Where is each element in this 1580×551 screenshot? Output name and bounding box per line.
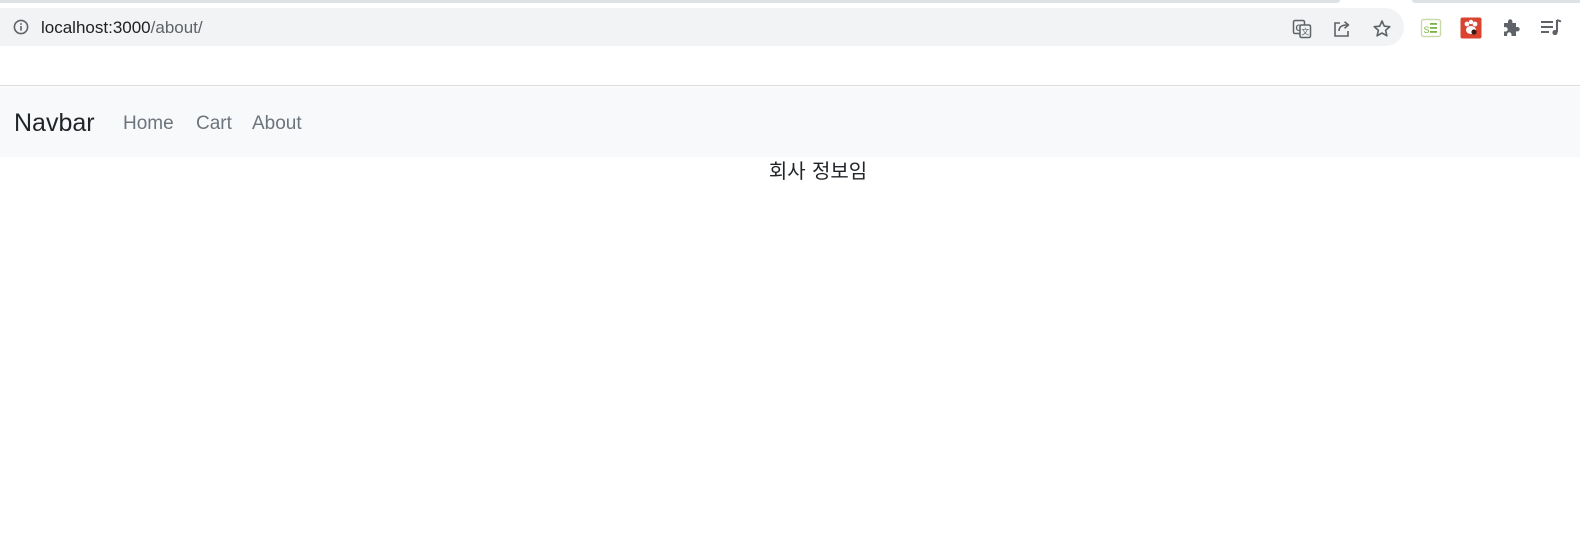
address-bar[interactable]: localhost:3000/about/ G 文 [0, 8, 1404, 46]
tab-strip-line [1412, 0, 1580, 3]
url-path: /about/ [150, 18, 203, 37]
star-icon[interactable] [1372, 19, 1392, 39]
extension-list-icon[interactable]: S [1420, 17, 1442, 39]
svg-text:文: 文 [1301, 27, 1309, 37]
navbar-brand[interactable]: Navbar [14, 108, 95, 138]
svg-text:S: S [1423, 25, 1429, 35]
translate-icon[interactable]: G 文 [1292, 19, 1312, 39]
page-content-text: 회사 정보임 [768, 159, 868, 183]
navbar: Navbar Home Cart About [0, 87, 1580, 157]
tab-strip-line [0, 0, 1340, 3]
reading-list-icon[interactable] [1540, 17, 1562, 39]
nav-link-home[interactable]: Home [123, 112, 174, 136]
nav-link-about[interactable]: About [252, 112, 302, 136]
extension-paw-icon[interactable] [1460, 17, 1482, 39]
nav-link-cart[interactable]: Cart [196, 112, 232, 136]
browser-toolbar: localhost:3000/about/ G 文 S [0, 4, 1580, 86]
share-icon[interactable] [1332, 19, 1352, 39]
url-host: localhost:3000 [41, 18, 151, 37]
url-text[interactable]: localhost:3000/about/ [41, 18, 203, 38]
puzzle-icon[interactable] [1500, 17, 1522, 39]
info-icon[interactable] [13, 19, 29, 35]
